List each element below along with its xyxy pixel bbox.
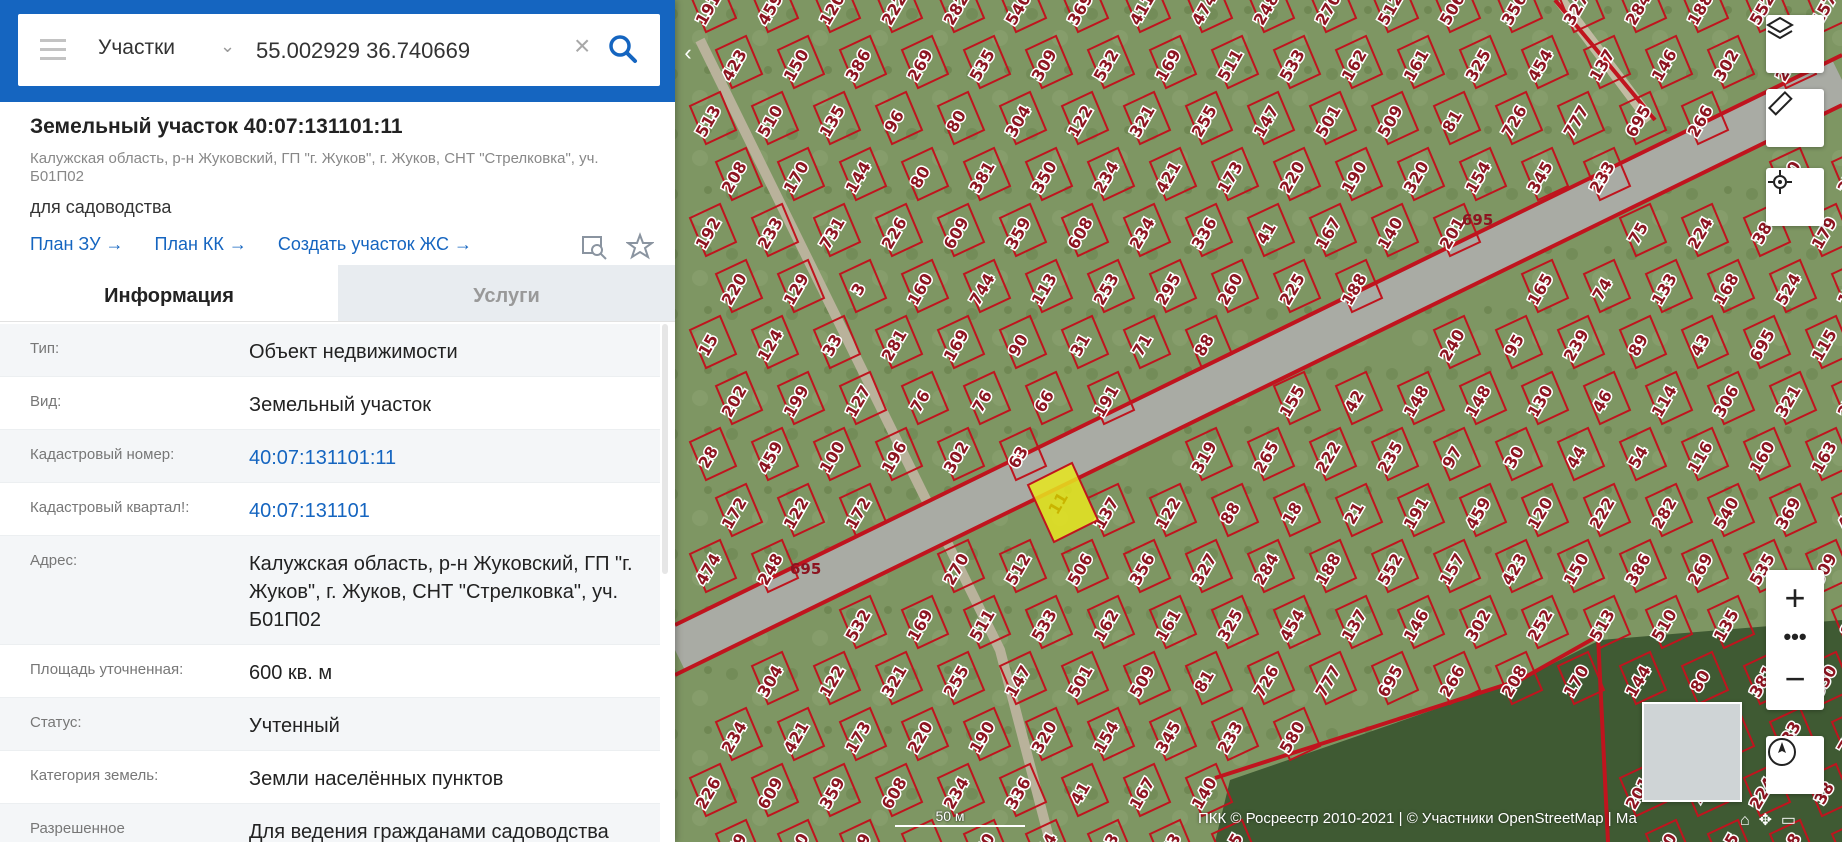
info-row: Тип: Объект недвижимости (0, 324, 660, 377)
search-header: Участки ⌄ × (0, 0, 675, 102)
scrollbar[interactable] (662, 324, 668, 574)
plan-kk-link[interactable]: План КК → (155, 234, 247, 254)
map-attribution: ПКК © Росреестр 2010-2021 | © Участники … (1198, 810, 1637, 827)
minimap[interactable] (1642, 702, 1742, 802)
row-value: Калужская область, р-н Жуковский, ГП "г.… (249, 553, 633, 631)
scale-bar: 50 м (895, 808, 1025, 827)
row-label: Разрешенное (30, 820, 125, 837)
row-value: Объект недвижимости (249, 341, 458, 363)
info-panel: Участки ⌄ × Земельный участок 40:07:1311… (0, 0, 675, 842)
collapse-panel-button[interactable]: ‹ (676, 40, 700, 66)
row-label: Адрес: (30, 552, 78, 569)
info-row: Адрес: Калужская область, р-н Жуковский, … (0, 536, 660, 645)
star-icon[interactable] (625, 232, 656, 260)
action-links: План ЗУ → План КК → Создать участок ЖС → (30, 234, 498, 255)
tab-info[interactable]: Информация (0, 265, 338, 321)
row-value: 600 кв. м (249, 662, 333, 684)
search-type-select[interactable]: Участки (98, 36, 175, 60)
locate-small-icon[interactable]: ✥ (1759, 812, 1772, 829)
ruler-icon (1767, 90, 1793, 116)
locate-button[interactable] (1766, 168, 1824, 226)
info-table: Тип: Объект недвижимости Вид: Земельный уч… (0, 324, 660, 842)
cadastral-number-link[interactable]: 40:07:131101:11 (249, 430, 649, 482)
row-label: Тип: (30, 340, 60, 357)
row-label: Вид: (30, 393, 62, 410)
row-value: Учтенный (249, 715, 340, 737)
fullscreen-icon[interactable]: ▭ (1781, 812, 1796, 829)
row-value: Земельный участок (249, 394, 432, 416)
zoom-out-button[interactable]: − (1766, 654, 1824, 710)
row-label: Кадастровый квартал!: (30, 499, 190, 516)
row-label: Статус: (30, 714, 82, 731)
scale-label: 50 м (935, 808, 965, 824)
info-row: Категория земель: Земли населённых пункто… (0, 751, 660, 804)
search-input[interactable] (254, 32, 568, 70)
more-button[interactable]: ••• (1766, 626, 1824, 654)
row-value: Земли населённых пунктов (249, 768, 504, 790)
tab-services[interactable]: Услуги (338, 265, 675, 321)
zoom-controls: + ••• − (1766, 570, 1824, 710)
compass-button[interactable] (1766, 736, 1824, 794)
info-row: Разрешенное Для ведения гражданами садово… (0, 804, 660, 842)
create-plot-link[interactable]: Создать участок ЖС → (278, 234, 472, 254)
object-purpose: для садоводства (30, 197, 172, 217)
object-address: Калужская область, р-н Жуковский, ГП "г.… (30, 150, 599, 185)
layers-button[interactable] (1766, 15, 1824, 73)
row-label: Категория земель: (30, 767, 159, 784)
tabs: Информация Услуги (0, 265, 675, 322)
info-row: Площадь уточненная: 600 кв. м (0, 645, 660, 698)
crosshair-icon (1768, 170, 1792, 194)
plan-zu-link[interactable]: План ЗУ → (30, 234, 124, 254)
ruler-button[interactable] (1766, 89, 1824, 147)
scale-line (895, 825, 1025, 827)
close-icon[interactable]: × (574, 30, 590, 62)
row-label: Кадастровый номер: (30, 446, 175, 463)
info-row: Кадастровый квартал!: 40:07:131101 (0, 483, 660, 536)
search-icon[interactable] (608, 34, 638, 69)
compass-icon (1768, 738, 1796, 766)
menu-icon[interactable] (40, 39, 66, 61)
info-row: Статус: Учтенный (0, 698, 660, 751)
row-value: Для ведения гражданами садоводства (249, 821, 609, 842)
row-label: Площадь уточненная: (30, 661, 184, 678)
search-bar: Участки ⌄ × (18, 14, 660, 86)
road-label: 695 (1462, 211, 1493, 229)
panel-actions (580, 232, 656, 265)
layers-icon (1766, 16, 1794, 40)
info-row: Вид: Земельный участок (0, 377, 660, 430)
chevron-down-icon[interactable]: ⌄ (220, 36, 235, 57)
page-title: Земельный участок 40:07:131101:11 (30, 115, 403, 138)
home-icon[interactable]: ⌂ (1740, 812, 1750, 829)
cadastral-quarter-link[interactable]: 40:07:131101 (249, 483, 649, 535)
road-label-2: 695 (790, 560, 821, 578)
zoom-in-button[interactable]: + (1766, 570, 1824, 626)
zoom-to-object-icon[interactable] (580, 232, 608, 260)
info-row: Кадастровый номер: 40:07:131101:11 (0, 430, 660, 483)
bottom-icons: ⌂ ✥ ▭ (1740, 810, 1796, 830)
